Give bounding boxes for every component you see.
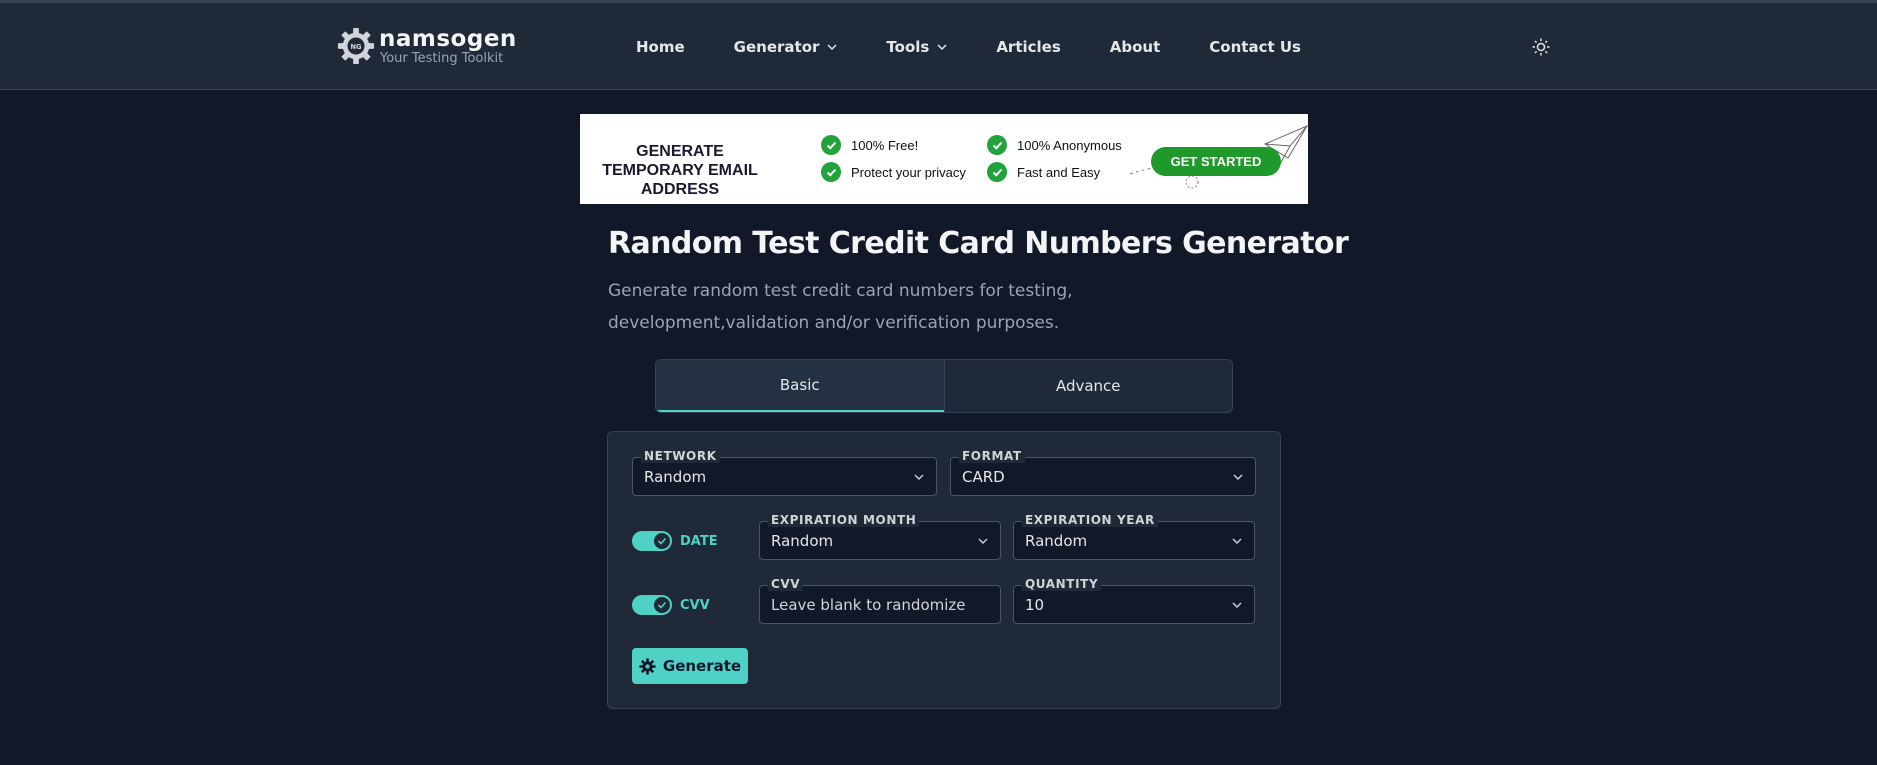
chevron-down-icon [937,43,947,50]
svg-text:NG: NG [350,43,361,51]
tab-advance[interactable]: Advance [943,360,1233,412]
sun-icon[interactable] [1532,38,1550,56]
format-label: FORMAT [959,449,1025,463]
expiration-month-value: Random [771,532,834,550]
chevron-down-icon [1232,602,1242,608]
logo[interactable]: NG namsogen Your Testing Toolkit [337,27,517,65]
nav-generator[interactable]: Generator [734,38,838,56]
expiration-year-select[interactable]: EXPIRATION YEAR Random [1013,513,1255,560]
network-value: Random [644,468,707,486]
ad-feature: Fast and Easy [987,162,1100,182]
check-circle-icon [821,162,841,182]
cvv-toggle[interactable]: CVV [632,595,710,615]
generator-form: NETWORK Random FORMAT CARD DATE EXPIRATI… [607,431,1281,709]
page-description: Generate random test credit card numbers… [608,281,1073,333]
expiration-month-label: EXPIRATION MONTH [768,513,920,527]
nav-contact[interactable]: Contact Us [1209,38,1301,56]
quantity-select[interactable]: QUANTITY 10 [1013,577,1255,624]
network-select[interactable]: NETWORK Random [632,449,937,496]
format-value: CARD [962,468,1005,486]
chevron-down-icon [914,474,924,480]
nav-about[interactable]: About [1110,38,1161,56]
site-header: NG namsogen Your Testing Toolkit Home Ge… [0,3,1877,90]
check-circle-icon [987,162,1007,182]
tab-basic[interactable]: Basic [656,360,944,412]
generate-button[interactable]: Generate [632,648,748,684]
cvv-toggle-label: CVV [680,597,710,613]
check-icon [657,537,667,545]
mode-tabs: Basic Advance [655,359,1233,413]
cvv-placeholder: Leave blank to randomize [771,596,966,614]
cvv-label: CVV [768,577,804,591]
date-switch[interactable] [632,531,672,551]
chevron-down-icon [1233,474,1243,480]
brand-tagline: Your Testing Toolkit [380,50,504,66]
check-circle-icon [821,135,841,155]
network-label: NETWORK [641,449,720,463]
nav-home[interactable]: Home [636,38,685,56]
gear-logo-icon: NG [337,27,375,65]
ad-banner[interactable]: GENERATE TEMPORARY EMAIL ADDRESS 100% Fr… [580,114,1308,204]
format-select[interactable]: FORMAT CARD [950,449,1256,496]
expiration-year-label: EXPIRATION YEAR [1022,513,1158,527]
check-icon [657,601,667,609]
main-nav: Home Generator Tools Articles About Cont… [636,3,1350,90]
generate-button-label: Generate [662,657,742,675]
chevron-down-icon [978,538,988,544]
expiration-year-value: Random [1025,532,1088,550]
gear-icon [639,657,656,675]
date-toggle[interactable]: DATE [632,531,718,551]
check-circle-icon [987,135,1007,155]
ad-title: GENERATE TEMPORARY EMAIL ADDRESS [602,143,758,198]
quantity-value: 10 [1025,596,1045,614]
ad-feature: Protect your privacy [821,162,966,182]
page-title: Random Test Credit Card Numbers Generato… [608,226,1349,261]
date-toggle-label: DATE [680,533,718,549]
get-started-button[interactable]: GET STARTED [1151,147,1281,176]
ad-feature: 100% Free! [821,135,918,155]
cvv-input[interactable]: CVV Leave blank to randomize [759,577,1001,624]
chevron-down-icon [1232,538,1242,544]
chevron-down-icon [827,43,837,50]
brand-name: namsogen [379,25,517,52]
quantity-label: QUANTITY [1022,577,1102,591]
nav-articles[interactable]: Articles [996,38,1060,56]
nav-tools[interactable]: Tools [886,38,947,56]
expiration-month-select[interactable]: EXPIRATION MONTH Random [759,513,1001,560]
cvv-switch[interactable] [632,595,672,615]
